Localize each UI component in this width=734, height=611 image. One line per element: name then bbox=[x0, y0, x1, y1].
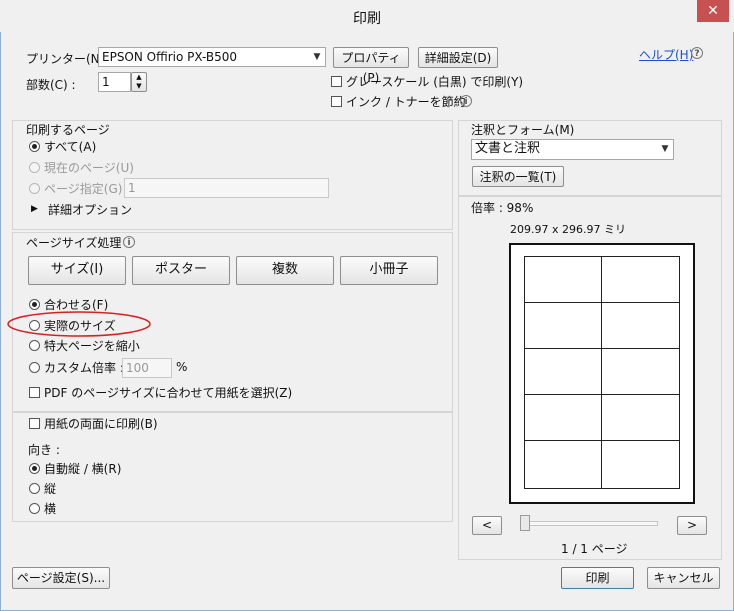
advanced-button[interactable]: 詳細設定(D) bbox=[418, 47, 498, 68]
tab-poster[interactable]: ポスター bbox=[132, 256, 230, 285]
grayscale-label: グレースケール (白黒) で印刷(Y) bbox=[346, 75, 524, 89]
custom-scale-radio[interactable] bbox=[29, 362, 40, 373]
auto-orientation-label: 自動縦 / 横(R) bbox=[44, 462, 122, 476]
copies-stepper[interactable]: ▲ ▼ bbox=[131, 72, 147, 92]
page-preview bbox=[509, 243, 695, 504]
info-icon[interactable]: i bbox=[460, 95, 472, 107]
comments-section-title: 注釈とフォーム(M) bbox=[471, 123, 575, 137]
preview-grid-h4 bbox=[525, 440, 679, 441]
help-icon[interactable]: ? bbox=[691, 47, 703, 59]
tab-size[interactable]: サイズ(I) bbox=[28, 256, 126, 285]
page-range-input[interactable]: 1 bbox=[124, 178, 329, 198]
preview-grid-h2 bbox=[525, 348, 679, 349]
pdf-size-checkbox[interactable] bbox=[29, 387, 40, 398]
page-setup-button[interactable]: ページ設定(S)... bbox=[12, 567, 110, 589]
pdf-size-label: PDF のページサイズに合わせて用紙を選択(Z) bbox=[44, 386, 293, 400]
shrink-radio[interactable] bbox=[29, 340, 40, 351]
preview-grid-v bbox=[601, 257, 602, 488]
portrait-label: 縦 bbox=[44, 482, 57, 496]
printer-value: EPSON Offirio PX-B500 bbox=[102, 50, 238, 64]
shrink-label: 特大ページを縮小 bbox=[44, 339, 140, 353]
printer-select[interactable]: EPSON Offirio PX-B500 ▼ bbox=[98, 47, 326, 67]
copies-input[interactable]: 1 bbox=[98, 72, 131, 92]
page-range-label: ページ指定(G) bbox=[44, 182, 123, 196]
preview-scale-label: 倍率 : 98% bbox=[471, 201, 534, 215]
window-title: 印刷 bbox=[353, 11, 381, 27]
current-page-radio[interactable] bbox=[29, 162, 40, 173]
both-sides-label: 用紙の両面に印刷(B) bbox=[44, 417, 158, 431]
summarize-comments-button[interactable]: 注釈の一覧(T) bbox=[472, 166, 564, 187]
comments-value: 文書と注釈 bbox=[475, 141, 541, 156]
next-page-button[interactable]: > bbox=[677, 516, 707, 535]
preview-dimensions: 209.97 x 296.97 ミリ bbox=[510, 223, 626, 236]
tab-booklet[interactable]: 小冊子 bbox=[340, 256, 438, 285]
print-button[interactable]: 印刷 bbox=[561, 567, 634, 589]
custom-scale-input[interactable]: 100 bbox=[122, 358, 172, 378]
chevron-down-icon: ▼ bbox=[661, 144, 669, 154]
landscape-label: 横 bbox=[44, 502, 57, 516]
page-size-section-title: ページサイズ処理 bbox=[26, 236, 122, 250]
chevron-down-icon: ▼ bbox=[313, 52, 321, 62]
expand-triangle-icon[interactable]: ▶ bbox=[31, 204, 38, 214]
page-size-info-icon[interactable]: i bbox=[123, 236, 135, 248]
fit-radio[interactable] bbox=[29, 299, 40, 310]
save-ink-checkbox[interactable] bbox=[331, 96, 342, 107]
comments-select[interactable]: 文書と注釈 ▼ bbox=[471, 139, 674, 160]
preview-grid-h3 bbox=[525, 394, 679, 395]
custom-scale-unit: % bbox=[176, 360, 188, 374]
save-ink-label: インク / トナーを節約 bbox=[346, 95, 466, 109]
page-indicator: 1 / 1 ページ bbox=[561, 542, 628, 556]
all-pages-label: すべて(A) bbox=[44, 140, 97, 154]
preview-grid-h1 bbox=[525, 302, 679, 303]
custom-scale-label: カスタム倍率 : bbox=[44, 361, 124, 375]
grayscale-checkbox[interactable] bbox=[331, 76, 342, 87]
properties-button[interactable]: プロパティ(P) bbox=[333, 47, 409, 85]
page-slider-track[interactable] bbox=[520, 521, 658, 526]
all-pages-radio[interactable] bbox=[29, 141, 40, 152]
both-sides-checkbox[interactable] bbox=[29, 418, 40, 429]
help-link[interactable]: ヘルプ(H) bbox=[639, 46, 693, 63]
title-bar: 印刷 ✕ bbox=[0, 0, 734, 32]
auto-orientation-radio[interactable] bbox=[29, 463, 40, 474]
current-page-label: 現在のページ(U) bbox=[44, 161, 134, 175]
copies-label: 部数(C) : bbox=[26, 78, 76, 92]
close-button[interactable]: ✕ bbox=[697, 0, 729, 22]
red-ellipse-annotation bbox=[7, 311, 151, 337]
orientation-label: 向き : bbox=[28, 443, 60, 457]
page-slider-thumb[interactable] bbox=[520, 515, 530, 531]
cancel-button[interactable]: キャンセル bbox=[647, 567, 720, 589]
prev-page-button[interactable]: < bbox=[472, 516, 502, 535]
preview-content bbox=[524, 256, 680, 489]
page-range-radio[interactable] bbox=[29, 183, 40, 194]
pages-section-title: 印刷するページ bbox=[26, 123, 110, 137]
tab-multiple[interactable]: 複数 bbox=[236, 256, 334, 285]
more-options-toggle[interactable]: 詳細オプション bbox=[48, 201, 132, 218]
portrait-radio[interactable] bbox=[29, 483, 40, 494]
landscape-radio[interactable] bbox=[29, 503, 40, 514]
